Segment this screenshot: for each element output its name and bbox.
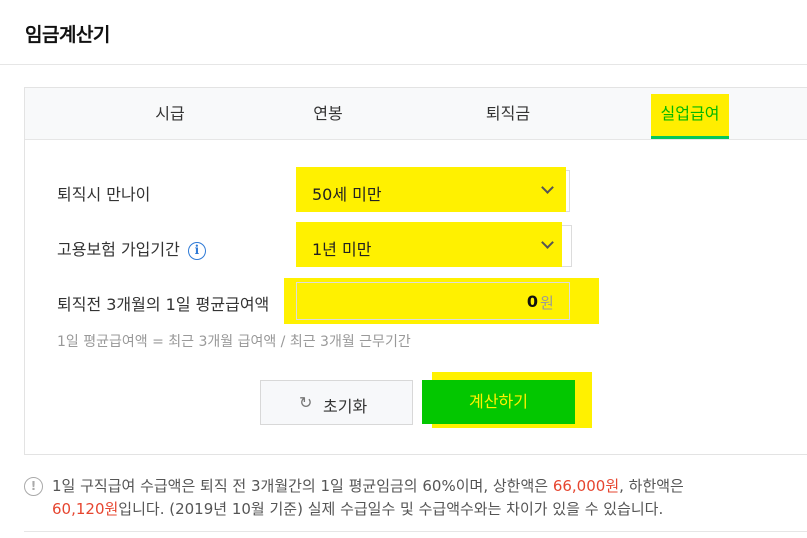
tab-hourly[interactable]: 시급 <box>120 88 220 140</box>
calculate-button[interactable]: 계산하기 <box>422 380 575 424</box>
insurance-period-label: 고용보험 가입기간 i <box>57 236 206 260</box>
exclamation-circle-icon: ! <box>24 477 43 496</box>
tab-bar: 시급 연봉 퇴직금 실업급여 <box>25 88 807 140</box>
lower-limit: 60,120원 <box>52 500 119 518</box>
tab-annual-salary[interactable]: 연봉 <box>278 88 378 140</box>
chevron-down-icon <box>541 236 554 249</box>
page-header: 임금계산기 <box>0 0 807 65</box>
tab-unemployment-benefit[interactable]: 실업급여 <box>640 88 740 140</box>
notice-text-2: , 하한액은 <box>619 477 684 495</box>
tab-severance[interactable]: 퇴직금 <box>458 88 558 140</box>
formula-hint: 1일 평균급여액 = 최근 3개월 급여액 / 최근 3개월 근무기간 <box>57 334 411 350</box>
notice-line-1: 1일 구직급여 수급액은 퇴직 전 3개월간의 1일 평균임금의 60%이며, … <box>52 475 684 498</box>
daily-wage-label: 퇴직전 3개월의 1일 평균급여액 <box>57 295 270 314</box>
age-select[interactable]: 50세 미만 <box>296 181 566 204</box>
divider <box>24 531 807 532</box>
notice-line-2: 60,120원입니다. (2019년 10월 기준) 실제 수급일수 및 수급액… <box>52 498 663 521</box>
reset-button[interactable]: ↻ 초기화 <box>260 380 413 425</box>
chevron-down-icon <box>541 181 554 194</box>
reset-button-label: 초기화 <box>323 397 368 416</box>
insurance-period-label-text: 고용보험 가입기간 <box>57 240 180 259</box>
insurance-period-select[interactable]: 1년 미만 <box>296 236 562 259</box>
age-label: 퇴직시 만나이 <box>57 185 151 204</box>
notice-text-3: 입니다. (2019년 10월 기준) 실제 수급일수 및 수급액수와는 차이가… <box>118 500 664 518</box>
age-select-value: 50세 미만 <box>312 185 382 204</box>
page-title: 임금계산기 <box>25 24 110 46</box>
daily-wage-value: 0 <box>526 292 538 311</box>
refresh-icon: ↻ <box>299 393 313 412</box>
active-tab-indicator <box>651 136 729 139</box>
info-icon[interactable]: i <box>187 242 206 260</box>
upper-limit: 66,000원 <box>552 477 620 495</box>
insurance-select-value: 1년 미만 <box>312 240 372 259</box>
notice-text-1: 1일 구직급여 수급액은 퇴직 전 3개월간의 1일 평균임금의 60%이며, … <box>52 477 553 495</box>
calculator-panel: 시급 연봉 퇴직금 실업급여 <box>24 87 807 455</box>
won-unit: 원 <box>540 294 554 312</box>
